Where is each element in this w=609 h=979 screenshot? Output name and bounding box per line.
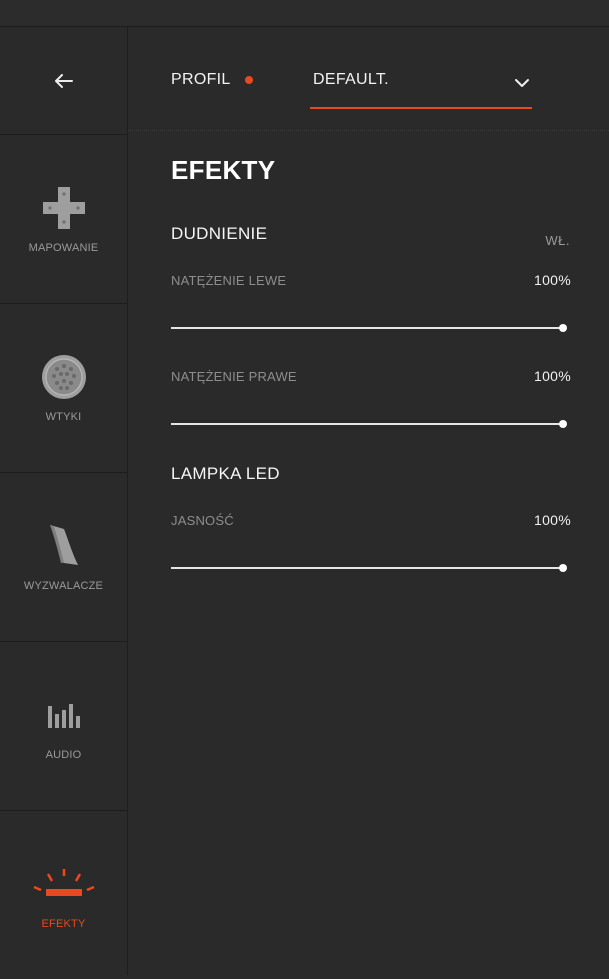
sidebar: MAPOWANIE WTYKI WYZWALACZE AUDIO EFEKTY [0,27,128,975]
sidebar-item-mapowanie[interactable]: MAPOWANIE [0,135,127,304]
trigger-icon [49,525,78,565]
sidebar-item-wyzwalacze[interactable]: WYZWALACZE [0,473,127,642]
sidebar-item-label: EFEKTY [41,918,86,930]
left-intensity-slider[interactable] [171,321,569,335]
top-bar [0,0,609,27]
sidebar-item-efekty[interactable]: EFEKTY [0,811,127,979]
slider-track [171,567,563,569]
sidebar-item-label: WTYKI [45,411,82,423]
right-intensity-label: NATĘŻENIE PRAWE [171,369,297,384]
left-intensity-label: NATĘŻENIE LEWE [171,273,287,288]
slider-thumb[interactable] [559,420,567,428]
main-panel: PROFIL DEFAULT. EFEKTY DUDNIENIE WŁ. NAT… [128,27,609,975]
right-intensity-slider[interactable] [171,417,569,431]
profile-label: PROFIL [171,71,231,88]
arrow-left-icon [54,73,73,88]
rumble-toggle[interactable]: WŁ. [545,233,570,248]
slider-track [171,327,563,329]
profile-bar: PROFIL DEFAULT. [128,27,609,131]
profile-dropdown[interactable]: DEFAULT. [310,63,532,109]
sidebar-item-label: AUDIO [45,749,82,761]
back-button[interactable] [0,27,127,135]
dpad-icon [42,187,85,229]
profile-dropdown-value: DEFAULT. [313,71,389,88]
slider-track [171,423,563,425]
light-effects-icon [33,869,94,896]
left-intensity-value: 100% [533,272,571,288]
audio-bars-icon [47,704,80,728]
profile-status-dot [245,76,253,84]
brightness-slider[interactable] [171,561,569,575]
brightness-value: 100% [533,512,571,528]
right-intensity-value: 100% [533,368,571,384]
slider-thumb[interactable] [559,564,567,572]
group-title-rumble: DUDNIENIE [171,224,268,243]
page-title: EFEKTY [171,155,276,185]
sidebar-item-audio[interactable]: AUDIO [0,642,127,811]
plug-icon [41,355,86,399]
chevron-down-icon [515,79,529,87]
group-title-led: LAMPKA LED [171,464,280,483]
sidebar-item-wtyki[interactable]: WTYKI [0,304,127,473]
brightness-label: JASNOŚĆ [171,513,234,528]
slider-thumb[interactable] [559,324,567,332]
sidebar-item-label: MAPOWANIE [28,242,99,254]
sidebar-item-label: WYZWALACZE [23,580,104,592]
